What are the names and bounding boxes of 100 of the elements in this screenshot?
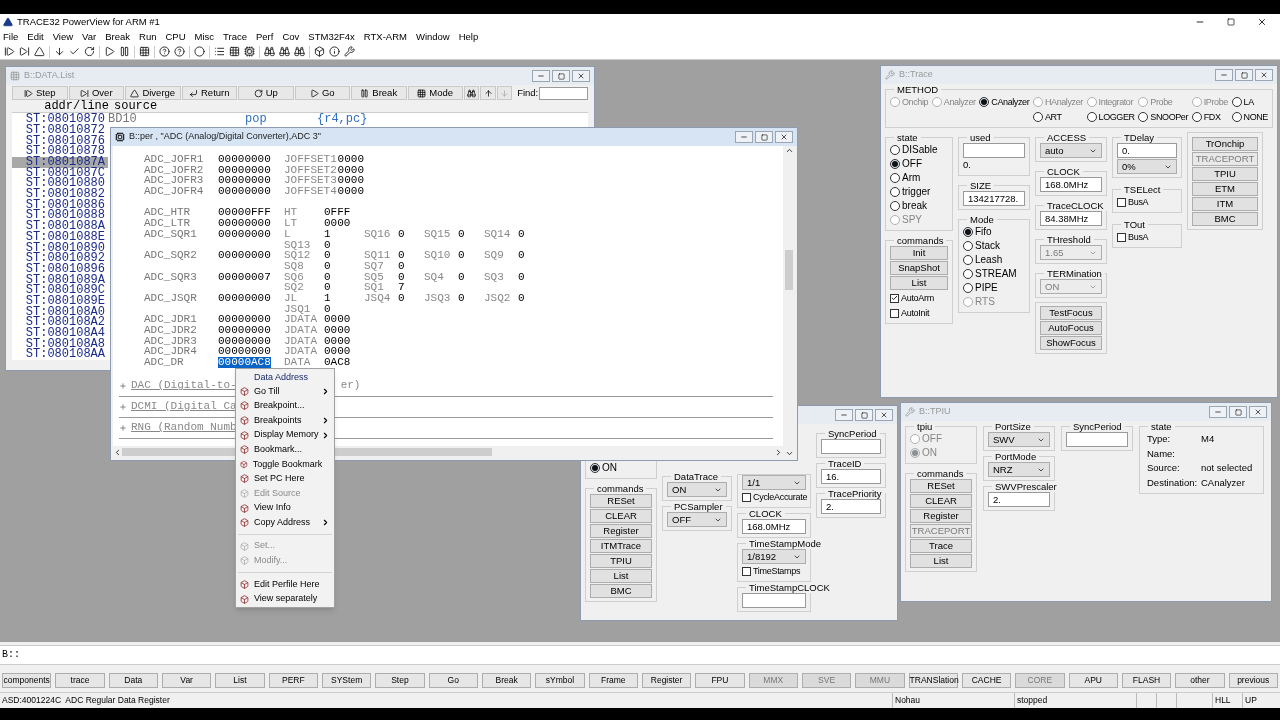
register-name: ADC_JOFR4 [144,186,205,197]
field-label: JOFFSET2 [284,164,338,176]
group-label: SyncPeriod [1072,421,1123,432]
group-label: commands [916,468,965,479]
group-label: THreshold [1046,234,1092,245]
section-title: DAC (Digital-to- [131,379,237,393]
address-cell-text: ST:08010870 [24,114,106,125]
section-title: er) [340,379,361,393]
group-label: TDelay [1123,132,1156,143]
field-label: SQ11 [364,250,392,261]
group-label: TOut [1123,219,1146,230]
field-label: JSQ1 [284,303,312,315]
source-label: BD10 [108,114,138,125]
group-label: DataTrace [673,471,719,482]
register-name: ADC_JOFR3 [144,175,205,187]
field-label: SQ13 [284,239,312,251]
state-label: Type: [1147,432,1172,446]
state-value: CAnalyzer [1201,475,1246,490]
register-name: ADC_JOFR2 [144,164,205,176]
group-label: TERMination [1046,268,1103,279]
register-name: ADC_HTR [144,207,192,219]
mnemonic-cell-text: pop [245,114,268,125]
group-label: Mode [969,214,995,225]
state-label: Destination: [1147,475,1199,490]
field-label: SQ7 [364,260,384,272]
register-name: ADC_JSQR [144,292,198,304]
group-label: state [896,132,919,143]
register-name: ADC_JDR3 [144,335,198,347]
field-label: DATA [284,357,312,368]
field-label: SQ12 [284,250,312,261]
field-label: HT [284,207,299,219]
register-name: ADC_DR [144,357,185,368]
field-label: JSQ2 [484,292,512,304]
state-value: M4 [1201,432,1216,446]
field-label: JDATA [284,346,318,358]
register-name: ADC_JDR4 [144,346,198,358]
operand-cell: {r4,pc} [317,114,368,125]
field-label: SQ10 [424,250,452,261]
field-label: JOFFSET3 [284,175,338,187]
state-value: not selected [1201,461,1254,475]
group-label: PCSampler [673,501,724,512]
field-label: JL [284,292,298,304]
group-label: METHOD [896,84,940,95]
group-label: tpiu [916,421,934,432]
field-label: JOFFSET1 [284,154,338,165]
register-name: ADC_SQR1 [144,228,198,240]
state-label: Name: [1147,446,1176,461]
group-label: PortSize [994,421,1032,432]
field-label: SQ5 [364,271,385,283]
group-label: TimeStampCLOCK [748,582,831,593]
field-label: SQ15 [424,228,452,240]
group-label: SyncPeriod [827,428,878,439]
group-label: TSELect [1123,184,1162,195]
group-label: commands [596,483,645,494]
field-label: JDATA [284,314,318,325]
register-name: ADC_JDR2 [144,325,198,336]
field-label: JOFFSET4 [284,186,338,197]
register-name: ADC_JDR1 [144,314,198,325]
field-label: JDATA [284,335,318,347]
find-label: Find: [517,86,539,100]
window-title: B::TPIU [919,405,951,419]
field-label: SQ2 [284,282,305,293]
field-label: JSQ4 [364,292,392,304]
field-label: SQ4 [424,271,445,283]
group-label: CLOCK [748,508,783,519]
group-label: state [1150,421,1173,432]
field-label: JDATA [284,325,318,336]
group-label: used [969,132,992,143]
group-label: TracePriority [827,488,883,499]
field-label: SQ8 [284,260,304,272]
group-label: TraceCLOCK [1046,200,1105,211]
field-label: SQ9 [484,250,505,261]
register-name: ADC_JOFR1 [144,154,205,165]
field-label: SQ3 [484,271,505,283]
used-value: 0. [963,158,972,172]
field-label: SQ16 [364,228,392,240]
field-label: SQ6 [284,271,305,283]
field-label: SQ14 [484,228,512,240]
state-label: Source: [1147,461,1181,475]
group-label: TimeStampMode [748,538,822,549]
group-label: CLOCK [1046,166,1081,177]
window-title: B::per , "ADC (Analog/Digital Converter),ADC 3" [129,130,321,144]
group-label: SWVPrescaler [994,481,1058,492]
field-label: LT [284,218,299,229]
group-label: commands [896,235,945,246]
window-title: B::DATA.List [24,69,75,83]
status-message: ASD:4001224C ADC Regular Data Register [1,694,171,707]
group-label: PortMode [994,451,1038,462]
field-label: JSQ3 [424,292,452,304]
window-title: B::Trace [899,68,933,82]
field-label: SQ1 [364,282,385,293]
register-name: ADC_SQR3 [144,271,198,283]
group-label: TraceID [827,458,863,469]
group-label: ACCESS [1046,132,1088,143]
register-name: ADC_LTR [144,218,192,229]
register-name: ADC_SQR2 [144,250,198,261]
group-label: SIZE [969,180,993,191]
section-title: DCMI (Digital Ca [131,400,237,414]
app-title: TRACE32 PowerView for ARM #1 [17,14,160,29]
field-label: L [284,228,292,240]
